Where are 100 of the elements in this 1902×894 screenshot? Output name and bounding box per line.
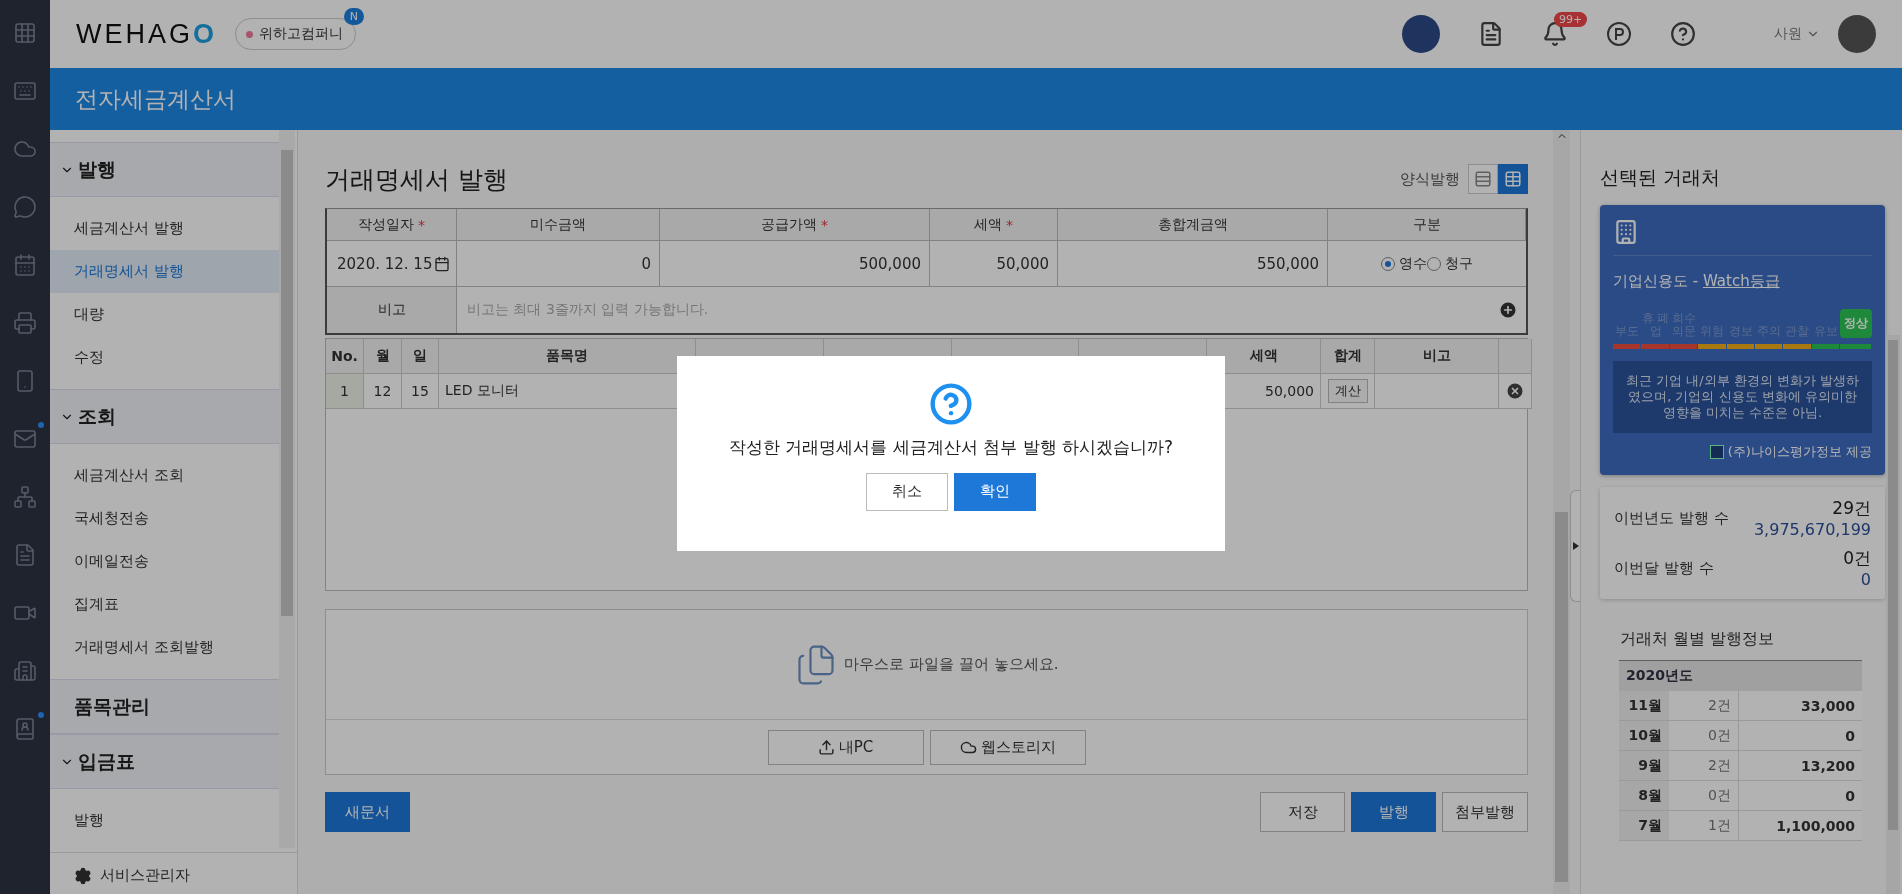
table-cell: 7월 [1619, 811, 1669, 841]
menu-section-header[interactable]: 입금표 [50, 734, 279, 789]
menu-item[interactable]: 발행 [50, 799, 279, 842]
stat-count: 29건 [1832, 497, 1871, 520]
user-avatar-icon[interactable] [1838, 15, 1876, 53]
required-mark: * [1006, 216, 1013, 233]
menu-item[interactable]: 세금계산서 발행 [50, 207, 279, 250]
provider-logo-icon [1709, 445, 1724, 459]
column-header: 세액 [974, 215, 1002, 234]
table-cell: 0건 [1669, 781, 1739, 811]
upload-source-button[interactable]: 내PC [767, 729, 924, 765]
table-cell: 12 [364, 374, 402, 409]
add-icon[interactable] [1498, 300, 1518, 320]
table-cell: 0 [457, 241, 660, 287]
column-header: 비고 [1375, 339, 1499, 374]
printer-icon[interactable] [12, 310, 38, 336]
hierarchy-icon[interactable] [12, 484, 38, 510]
help-icon[interactable] [1670, 21, 1696, 47]
stat-amount: 0 [1860, 570, 1871, 589]
notification-count: 99+ [1554, 12, 1588, 27]
column-header: 일 [402, 339, 439, 374]
admin-link[interactable]: 서비스관리자 [50, 852, 297, 894]
panel-toggle-handle[interactable] [1570, 490, 1580, 602]
scrollbar-thumb[interactable] [1555, 512, 1568, 882]
scrollbar-thumb[interactable] [281, 150, 293, 616]
credit-description: 최근 기업 내/외부 환경의 변화가 발생하였으며, 기업의 신용도 변화에 유의미한 영향을 미치는 수준은 아님. [1613, 361, 1872, 433]
type-radio[interactable]: 청구 [1427, 254, 1473, 273]
bell-icon[interactable] [1542, 21, 1568, 47]
menu-section-header[interactable]: 품목관리 [50, 679, 279, 734]
avatar-icon[interactable] [1402, 15, 1440, 53]
gear-icon [74, 866, 92, 885]
table-cell: 10월 [1619, 721, 1669, 751]
table-cell: 11월 [1619, 691, 1669, 721]
action-button[interactable]: 저장 [1260, 792, 1345, 832]
column-header: 품목명 [439, 339, 696, 374]
delete-row-icon[interactable] [1505, 381, 1525, 401]
upload-icon [817, 738, 835, 756]
grade-label: 정상 [1840, 309, 1872, 338]
stat-amount: 3,975,670,199 [1753, 520, 1871, 539]
menu-item[interactable]: 거래명세서 조회발행 [50, 626, 279, 669]
menu-item[interactable]: 대량 [50, 293, 279, 336]
grid-view-button[interactable] [1498, 164, 1528, 194]
credit-rating-title: 기업신용도 - Watch등급 [1613, 272, 1781, 291]
menu-item[interactable]: 이메일전송 [50, 540, 279, 583]
menu-section-header[interactable]: 조회 [50, 389, 279, 444]
stat-label: 이번달 발행 수 [1614, 558, 1714, 578]
calculate-button[interactable]: 계산 [1327, 379, 1368, 403]
rows-icon [1474, 170, 1492, 188]
logo[interactable]: WEHAGO [76, 18, 218, 50]
calendar-icon[interactable] [12, 252, 38, 278]
scrollbar-thumb[interactable] [1888, 340, 1898, 830]
column-header: 미수금액 [530, 215, 586, 234]
menu-item[interactable]: 세금계산서 조회 [50, 454, 279, 497]
cancel-button[interactable]: 취소 [866, 472, 948, 511]
menu-item[interactable]: 국세청전송 [50, 497, 279, 540]
form-mode-label: 양식발행 [1400, 169, 1460, 189]
column-header: 작성일자 [358, 215, 414, 234]
provider-text: (주)나이스평가정보 제공 [1727, 443, 1872, 461]
table-cell: 500,000 [660, 241, 930, 287]
new-badge: N [343, 8, 365, 25]
menu-section-header[interactable]: 발행 [50, 142, 279, 197]
drop-hint: 마우스로 파일을 끌어 놓으세요. [844, 655, 1059, 674]
action-button[interactable]: 발행 [1351, 792, 1436, 832]
stat-count: 0건 [1843, 547, 1871, 570]
new-document-button[interactable]: 새문서 [325, 792, 410, 832]
building-icon[interactable] [12, 658, 38, 684]
dialog-message: 작성한 거래명세서를 세금계산서 첨부 발행 하시겠습니까? [728, 435, 1173, 459]
required-mark: * [418, 216, 425, 233]
apps-grid-icon[interactable] [12, 20, 38, 46]
notes-icon[interactable] [1478, 21, 1504, 47]
table-cell: 2건 [1669, 751, 1739, 781]
user-role-menu[interactable]: 사원 [1774, 25, 1820, 43]
calendar-icon [434, 255, 451, 272]
grade-link[interactable]: Watch등급 [1702, 272, 1780, 290]
monthly-title: 거래처 월별 발행정보 [1620, 629, 1776, 650]
table-cell: 15 [402, 374, 439, 409]
required-mark: * [821, 216, 828, 233]
type-radio[interactable]: 영수 [1381, 254, 1427, 273]
panel-title: 선택된 거래처 [1600, 164, 1722, 190]
table-cell: 1 [326, 374, 364, 409]
note-label: 비고 [327, 287, 457, 333]
page-title: 거래명세서 발행 [325, 163, 509, 196]
menu-item[interactable]: 집계표 [50, 583, 279, 626]
table-cell: 50,000 [930, 241, 1058, 287]
action-button[interactable]: 첨부발행 [1442, 792, 1528, 832]
column-header: 구분 [1412, 215, 1441, 234]
alert-dot [38, 712, 44, 718]
points-icon[interactable] [1606, 21, 1632, 47]
menu-item[interactable]: 수정 [50, 336, 279, 379]
building-icon [1613, 219, 1639, 245]
form-view-button[interactable] [1468, 164, 1498, 194]
table-icon [1504, 170, 1522, 188]
column-header: 합계 [1321, 339, 1375, 374]
table-cell: 9월 [1619, 751, 1669, 781]
table-cell: 8월 [1619, 781, 1669, 811]
confirm-button[interactable]: 확인 [954, 472, 1036, 511]
column-header: No. [326, 339, 364, 374]
upload-source-button[interactable]: 웹스토리지 [929, 729, 1086, 765]
table-cell: 550,000 [1058, 241, 1328, 287]
chat-bubble-icon[interactable] [12, 194, 38, 220]
